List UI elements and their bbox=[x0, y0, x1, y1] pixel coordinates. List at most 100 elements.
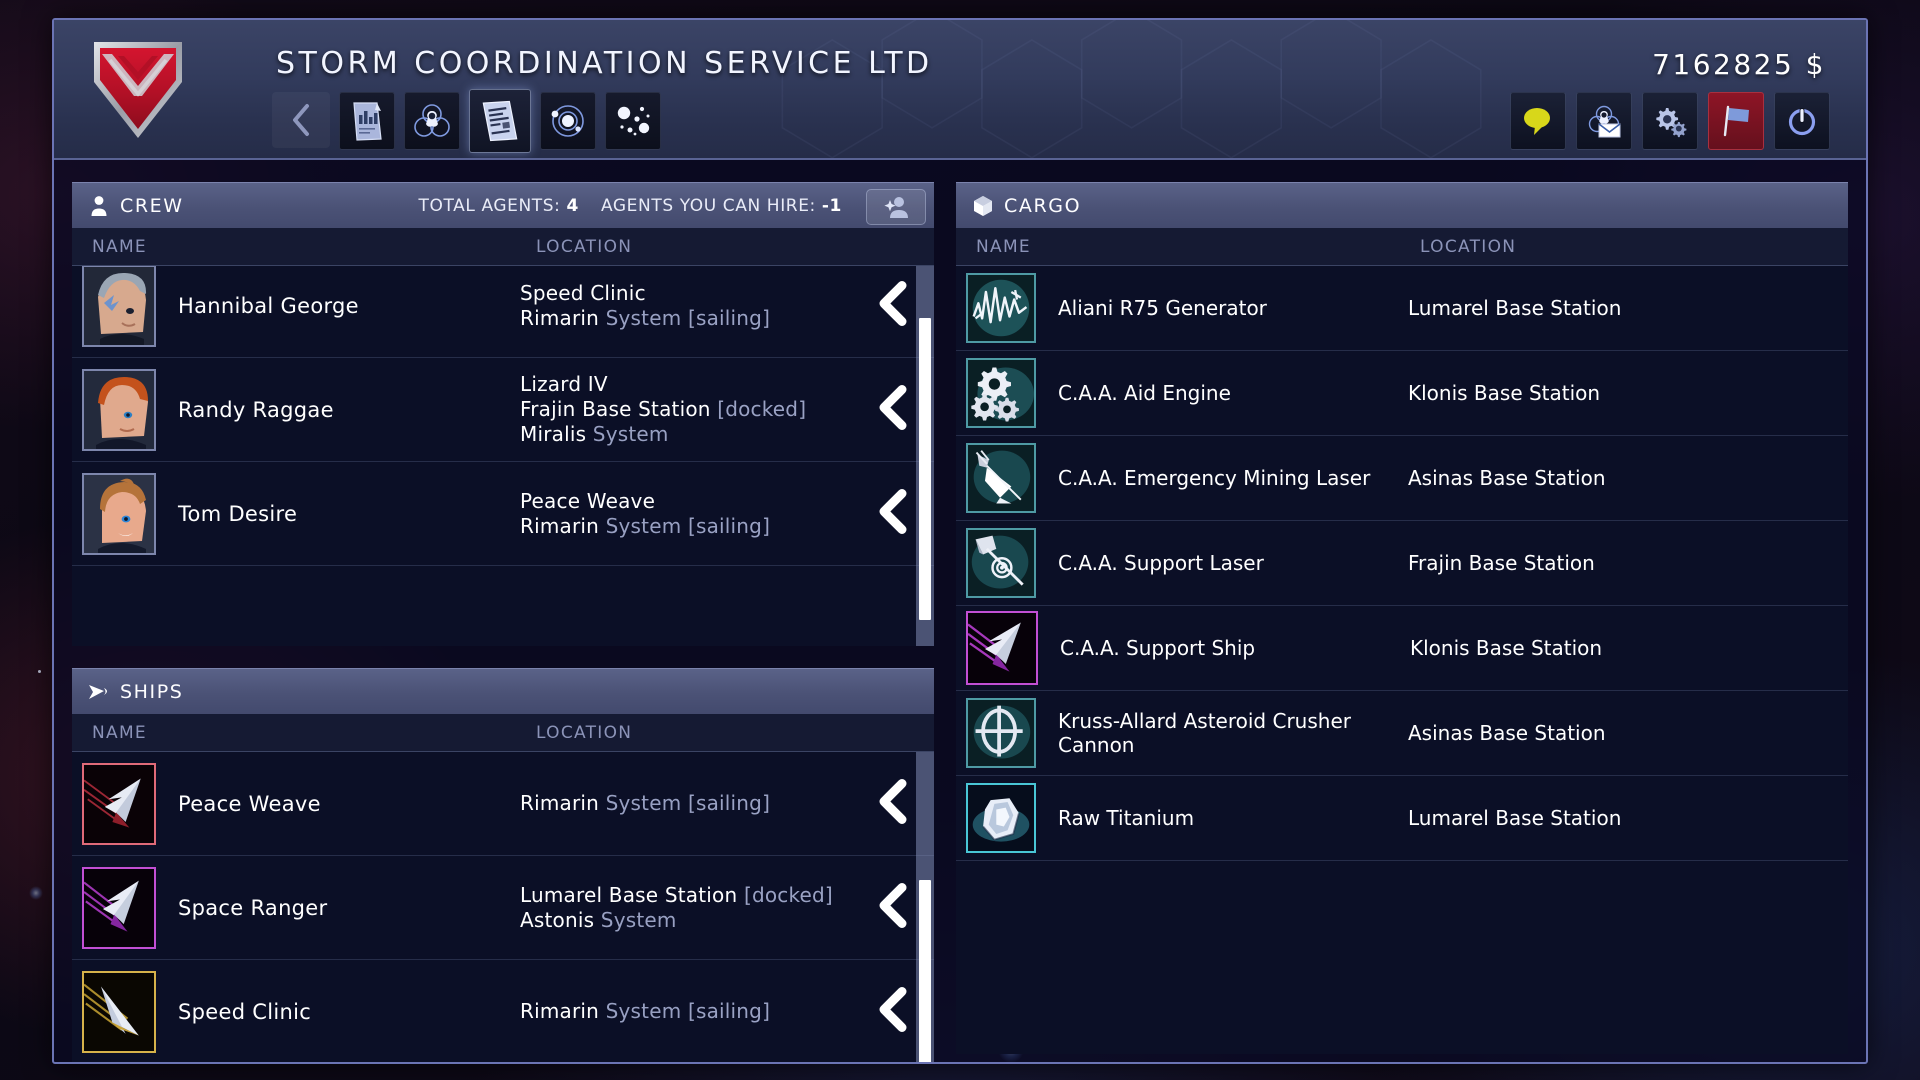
crew-system: Miralis bbox=[520, 422, 586, 446]
cargo-panel-header: CARGO bbox=[956, 182, 1848, 228]
ships-columns-header: NAME LOCATION bbox=[72, 714, 934, 752]
cargo-thumbnail bbox=[966, 528, 1036, 598]
table-row[interactable]: Randy Raggae Lizard IV Frajin Base Stati… bbox=[72, 358, 934, 462]
nav-system-map[interactable] bbox=[540, 92, 596, 150]
ship-thumbnail bbox=[82, 763, 156, 845]
table-row[interactable]: C.A.A. Aid Engine Klonis Base Station bbox=[956, 351, 1848, 436]
crew-state: [docked] bbox=[717, 397, 806, 421]
table-row[interactable]: Space Ranger Lumarel Base Station [docke… bbox=[72, 856, 934, 960]
hire-value: -1 bbox=[822, 196, 842, 216]
cargo-list[interactable]: Aliani R75 Generator Lumarel Base Statio… bbox=[956, 266, 1848, 1054]
crew-detail-chevron[interactable] bbox=[872, 280, 912, 331]
cargo-col-location: LOCATION bbox=[1416, 237, 1516, 257]
cargo-panel-title: CARGO bbox=[1004, 195, 1081, 217]
table-row[interactable]: Speed Clinic Rimarin System [sailing] bbox=[72, 960, 934, 1064]
crew-detail-chevron[interactable] bbox=[872, 384, 912, 435]
nav-factions[interactable] bbox=[404, 92, 460, 150]
cargo-name: C.A.A. Emergency Mining Laser bbox=[1036, 466, 1408, 490]
cargo-location: Klonis Base Station bbox=[1408, 381, 1600, 405]
flag-icon bbox=[1718, 103, 1754, 139]
hire-agent-button[interactable] bbox=[866, 189, 926, 225]
table-row[interactable]: Raw Titanium Lumarel Base Station bbox=[956, 776, 1848, 861]
ship-detail-chevron[interactable] bbox=[872, 882, 912, 933]
chevron-left-icon bbox=[872, 986, 912, 1032]
cargo-name: Aliani R75 Generator bbox=[1036, 296, 1408, 320]
table-row[interactable]: Peace Weave Rimarin System [sailing] bbox=[72, 752, 934, 856]
nav-asteroids[interactable] bbox=[605, 92, 661, 150]
ship-detail-chevron[interactable] bbox=[872, 986, 912, 1037]
table-row[interactable]: C.A.A. Support Ship Klonis Base Station bbox=[956, 606, 1848, 691]
cargo-location: Frajin Base Station bbox=[1408, 551, 1595, 575]
chevron-left-icon bbox=[872, 488, 912, 534]
table-row[interactable]: C.A.A. Emergency Mining Laser Asinas Bas… bbox=[956, 436, 1848, 521]
crew-system: Rimarin bbox=[520, 514, 599, 538]
back-button[interactable] bbox=[272, 92, 330, 148]
power-button[interactable] bbox=[1774, 92, 1830, 150]
hire-label: AGENTS YOU CAN HIRE: bbox=[601, 196, 816, 216]
ships-panel: SHIPS NAME LOCATION bbox=[72, 668, 934, 1064]
ship-system: Astonis bbox=[520, 908, 594, 932]
ship-state: [sailing] bbox=[688, 791, 770, 815]
total-agents-label: TOTAL AGENTS: bbox=[419, 196, 561, 216]
credits-display: 7162825 $ bbox=[1652, 48, 1826, 81]
table-row[interactable]: Tom Desire Peace Weave Rimarin System [s… bbox=[72, 462, 934, 566]
cargo-columns-header: NAME LOCATION bbox=[956, 228, 1848, 266]
crew-state: [sailing] bbox=[688, 306, 770, 330]
chevron-left-icon bbox=[872, 882, 912, 928]
ship-detail-chevron[interactable] bbox=[872, 778, 912, 829]
cargo-thumbnail bbox=[966, 698, 1036, 768]
chat-button[interactable] bbox=[1510, 92, 1566, 150]
cargo-name: Kruss-Allard Asteroid Crusher Cannon bbox=[1036, 709, 1408, 757]
table-row[interactable]: Hannibal George Speed Clinic Rimarin Sys… bbox=[72, 266, 934, 358]
nav-reports[interactable] bbox=[469, 89, 531, 153]
crew-col-name: NAME bbox=[72, 237, 532, 257]
cargo-col-name: NAME bbox=[956, 237, 1416, 257]
crew-scrollbar[interactable] bbox=[916, 266, 934, 646]
ship-name: Speed Clinic bbox=[156, 1000, 520, 1024]
nav-statistics[interactable] bbox=[339, 92, 395, 150]
crew-location: Lizard IV Frajin Base Station [docked] M… bbox=[520, 372, 806, 447]
table-row[interactable]: Aliani R75 Generator Lumarel Base Statio… bbox=[956, 266, 1848, 351]
table-row[interactable]: C.A.A. Support Laser Frajin Base Station bbox=[956, 521, 1848, 606]
ship-system: Rimarin bbox=[520, 791, 599, 815]
ship-location: Rimarin System [sailing] bbox=[520, 791, 770, 816]
cargo-thumbnail bbox=[966, 783, 1036, 853]
crew-system-suffix: System bbox=[606, 514, 682, 538]
crew-ship: Speed Clinic bbox=[520, 281, 770, 306]
crew-detail-chevron[interactable] bbox=[872, 488, 912, 539]
crew-list[interactable]: Rimarin System bbox=[72, 266, 934, 646]
cargo-location: Lumarel Base Station bbox=[1408, 296, 1621, 320]
crew-system-suffix: System bbox=[606, 306, 682, 330]
avatar bbox=[82, 266, 156, 347]
asteroid-field-icon bbox=[611, 100, 655, 142]
cargo-location: Asinas Base Station bbox=[1408, 721, 1606, 745]
ship-state: [sailing] bbox=[688, 999, 770, 1023]
crew-station: Frajin Base Station bbox=[520, 397, 711, 421]
cargo-thumbnail bbox=[966, 611, 1038, 685]
crew-location: Speed Clinic Rimarin System [sailing] bbox=[520, 281, 770, 331]
ships-scrollbar-thumb[interactable] bbox=[919, 880, 931, 1064]
mail-button[interactable] bbox=[1576, 92, 1632, 150]
gears-icon bbox=[1652, 104, 1688, 138]
chevron-left-icon bbox=[872, 384, 912, 430]
app-header: STORM COORDINATION SERVICE LTD 7162825 $ bbox=[54, 20, 1866, 160]
crew-ship: Peace Weave bbox=[520, 489, 770, 514]
ship-system-suffix: System bbox=[606, 999, 682, 1023]
ship-location: Lumarel Base Station [docked] Astonis Sy… bbox=[520, 883, 833, 933]
crew-ship: Lizard IV bbox=[520, 372, 806, 397]
settings-button[interactable] bbox=[1642, 92, 1698, 150]
ships-panel-header: SHIPS bbox=[72, 668, 934, 714]
cargo-location: Klonis Base Station bbox=[1410, 636, 1602, 660]
cargo-thumbnail bbox=[966, 358, 1036, 428]
flag-button[interactable] bbox=[1708, 92, 1764, 150]
ships-list[interactable]: Peace Weave Rimarin System [sailing] bbox=[72, 752, 934, 1064]
crew-scrollbar-thumb[interactable] bbox=[919, 318, 931, 620]
chevron-left-icon bbox=[872, 778, 912, 824]
crew-name: Randy Raggae bbox=[156, 398, 520, 422]
table-row[interactable]: Kruss-Allard Asteroid Crusher Cannon Asi… bbox=[956, 691, 1848, 776]
ship-state: [docked] bbox=[744, 883, 833, 907]
crew-list-wrapper: Rimarin System bbox=[72, 266, 934, 646]
content-area: CREW TOTAL AGENTS: 4 AGENTS YOU CAN HIRE… bbox=[54, 160, 1866, 1062]
ships-scrollbar[interactable] bbox=[916, 752, 934, 1064]
crew-name: Tom Desire bbox=[156, 502, 520, 526]
